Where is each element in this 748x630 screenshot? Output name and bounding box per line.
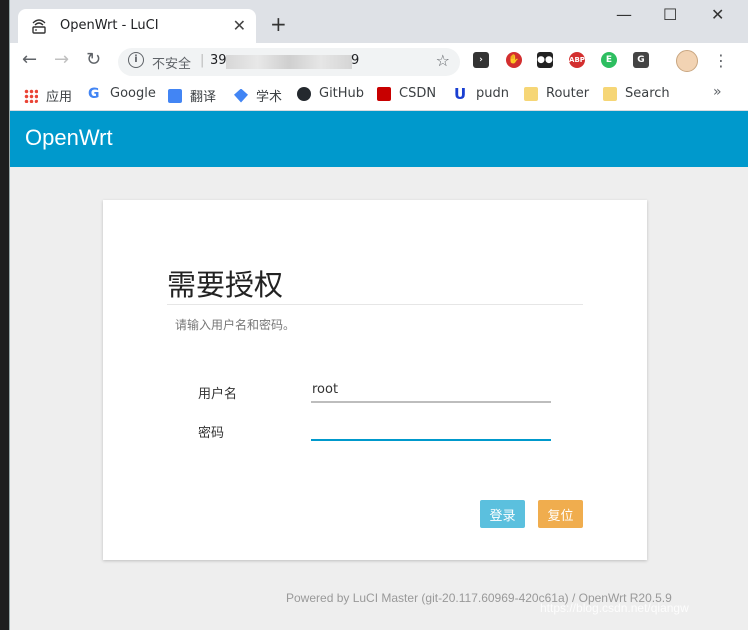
maximize-button[interactable]: ☐ [663,5,677,24]
login-button[interactable]: 登录 [480,500,525,528]
url-redacted [226,55,352,69]
password-label: 密码 [198,426,225,441]
bookmark-apps[interactable]: 应用 [24,86,72,105]
title-divider [167,304,583,305]
bookmark-label: 学术 [256,90,283,105]
bookmark-star-icon[interactable]: ☆ [436,51,450,70]
minimize-button[interactable]: — [616,5,632,24]
bookmark-google[interactable]: G Google [88,86,156,101]
stop-ext-icon[interactable]: ✋ [506,52,522,68]
forward-button[interactable]: → [54,49,69,70]
pudn-icon: U [454,84,467,103]
openwrt-header: OpenWrt [10,111,748,167]
gnu-ext-icon[interactable]: G [633,52,649,68]
bookmark-label: Google [110,86,156,101]
tab-openwrt[interactable]: OpenWrt - LuCI ✕ [18,9,256,43]
bookmark-label: CSDN [399,86,437,101]
bookmark-label: GitHub [319,86,365,101]
bookmark-search[interactable]: Search [603,86,670,101]
browser-menu-icon[interactable]: ⋮ [713,51,729,70]
folder-icon [524,86,538,101]
bookmark-label: Router [546,86,590,101]
bookmark-translate[interactable]: 翻译 [168,86,216,105]
bookmark-label: 应用 [46,90,73,105]
translate-icon [168,88,182,103]
password-input[interactable] [311,415,551,441]
bookmark-label: 翻译 [190,90,217,105]
url-suffix: 9 [351,53,360,68]
username-input[interactable] [311,377,551,403]
bookmark-scholar[interactable]: 学术 [234,86,282,105]
bookmark-pudn[interactable]: U pudn [454,86,509,101]
back-button[interactable]: ← [22,49,37,70]
new-tab-button[interactable]: + [270,12,287,36]
bookmark-router[interactable]: Router [524,86,589,101]
background-terminal [0,0,9,630]
login-description: 请输入用户名和密码。 [175,318,296,332]
folder-icon [603,86,617,101]
bookmark-csdn[interactable]: CSDN [377,86,436,101]
tab-title: OpenWrt - LuCI [60,18,159,33]
reset-button[interactable]: 复位 [538,500,583,528]
google-icon: G [88,85,100,102]
bookmark-label: pudn [476,86,509,101]
browser-window: OpenWrt - LuCI ✕ + — ☐ ✕ ← → ↻ i 不安全 | 3… [9,0,748,630]
info-icon[interactable]: i [128,52,144,68]
brand-link[interactable]: OpenWrt [25,125,113,151]
tab-strip: OpenWrt - LuCI ✕ + — ☐ ✕ [10,0,748,43]
login-card: 需要授权 请输入用户名和密码。 用户名 密码 登录 复位 [103,200,647,560]
apps-grid-icon [24,88,38,103]
bookmarks-bar: 应用 G Google 翻译 学术 GitHub CSDN U pudn Rou… [10,79,748,111]
close-window-button[interactable]: ✕ [711,5,724,24]
profile-avatar[interactable] [676,50,698,72]
router-favicon-icon [32,19,46,34]
bookmark-github[interactable]: GitHub [297,86,364,101]
browser-toolbar: ← → ↻ i 不安全 | 39 9 ☆ › ✋ ●● ABP E G ⋮ [10,43,748,79]
page-title: 需要授权 [167,268,284,302]
tampermonkey-ext-icon[interactable]: ●● [537,52,553,68]
reload-button[interactable]: ↻ [86,49,101,70]
username-label: 用户名 [198,387,238,402]
address-bar[interactable]: i 不安全 | 39 9 ☆ [118,48,460,76]
bookmarks-overflow-icon[interactable]: » [713,84,722,100]
insecure-label: 不安全 [152,57,192,72]
bookmark-label: Search [625,86,670,101]
evernote-ext-icon[interactable]: E [601,52,617,68]
github-icon [297,86,311,101]
adblock-ext-icon[interactable]: ABP [569,52,585,68]
csdn-icon [377,86,391,101]
page-content: OpenWrt 需要授权 请输入用户名和密码。 用户名 密码 登录 复位 Pow… [10,111,748,630]
scholar-icon [234,88,248,103]
tab-close-icon[interactable]: ✕ [233,16,246,35]
watermark-text: https://blog.csdn.net/qiangw [540,601,689,615]
terminal-ext-icon[interactable]: › [473,52,489,68]
url-separator: | [200,53,205,68]
url-prefix: 39 [210,53,227,68]
